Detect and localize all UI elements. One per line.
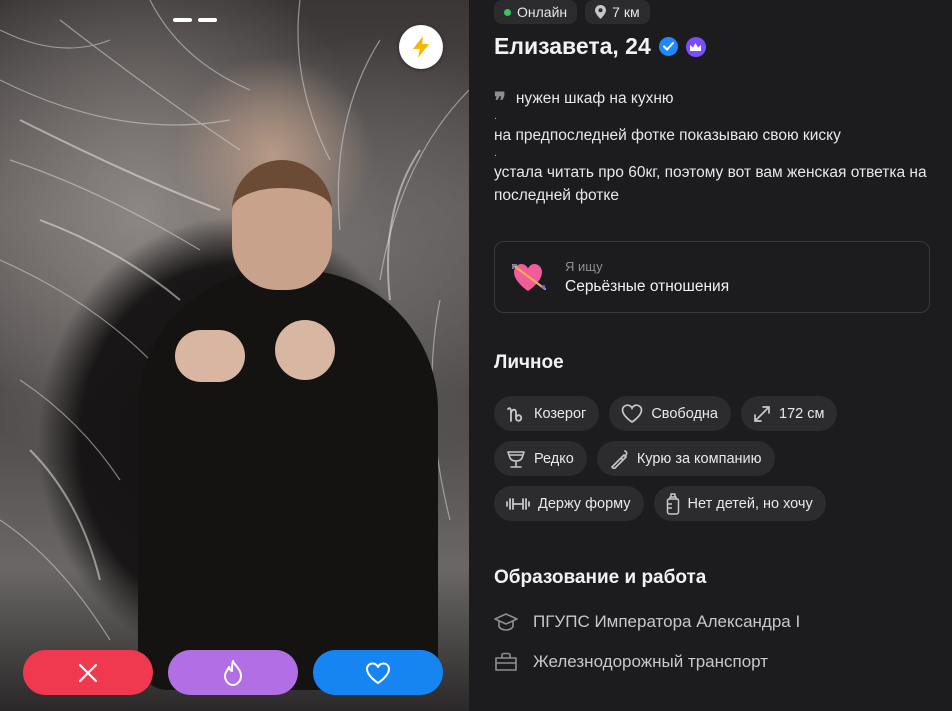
photo-progress-bar[interactable] (198, 18, 217, 22)
tag-label: 172 см (779, 405, 825, 422)
glass-icon (507, 450, 525, 468)
location-pin-icon (595, 5, 607, 19)
heart-arrow-icon (511, 263, 547, 291)
person-hand-right (275, 320, 335, 380)
education-section-title: Образование и работа (494, 567, 707, 588)
bio-line: ❞ нужен шкаф на кухню (494, 84, 934, 113)
heart-outline-icon (621, 404, 643, 423)
lightning-icon (413, 36, 429, 58)
boost-button[interactable] (399, 25, 443, 69)
tag-relationship: Свободна (609, 396, 731, 431)
crown-icon[interactable] (685, 36, 706, 57)
verified-check-icon[interactable] (658, 37, 678, 56)
cigarette-icon (611, 449, 628, 469)
status-chips: Онлайн 7 км (494, 0, 650, 24)
profile-bio: ❞ нужен шкаф на кухню . на предпоследней … (494, 84, 934, 207)
education-school-row: ПГУПС Императора Александра I (494, 612, 800, 632)
fire-icon (224, 659, 242, 686)
profile-info-panel: Онлайн 7 км Елизавета, 24 ❞ нужен шкаф на… (469, 0, 952, 711)
photo-progress-bar[interactable] (173, 18, 192, 22)
heart-icon (366, 662, 390, 684)
height-arrows-icon (754, 405, 770, 422)
tag-label: Нет детей, но хочу (687, 495, 813, 512)
tag-label: Козерог (534, 405, 587, 422)
briefcase-icon (495, 652, 517, 671)
education-school: ПГУПС Императора Александра I (533, 612, 801, 631)
personal-section-title: Личное (494, 352, 564, 373)
tag-label: Редко (534, 450, 574, 467)
baby-bottle-icon (666, 492, 679, 515)
looking-for-label: Я ищу (565, 258, 603, 274)
distance-badge: 7 км (585, 0, 650, 24)
online-status-badge: Онлайн (494, 0, 578, 24)
profile-header: Елизавета, 24 (494, 33, 706, 60)
tag-zodiac: Козерог (494, 396, 600, 431)
bio-separator: . (494, 147, 498, 159)
tag-alcohol: Редко (494, 441, 587, 476)
distance-label: 7 км (612, 4, 640, 20)
education-work: Железнодорожный транспорт (533, 652, 769, 671)
online-dot-icon (504, 8, 511, 16)
graduation-cap-icon (494, 613, 518, 631)
tag-label: Держу форму (538, 495, 631, 512)
looking-for-value: Серьёзные отношения (565, 277, 730, 295)
personal-tags: Козерог Свободна 172 см Редко Курю за ко… (494, 396, 934, 521)
tag-label: Курю за компанию (636, 450, 762, 467)
education-work-row: Железнодорожный транспорт (494, 652, 768, 672)
tag-children: Нет детей, но хочу (653, 486, 826, 521)
profile-name-age: Елизавета, 24 (494, 33, 651, 59)
looking-for-card: Я ищу Серьёзные отношения (494, 241, 930, 313)
bio-text: нужен шкаф на кухню (515, 90, 674, 107)
dumbbell-icon (506, 497, 530, 510)
tag-height: 172 см (741, 396, 838, 431)
tag-sport: Держу форму (494, 486, 644, 521)
bio-text: на предпоследней фотке показываю свою ки… (494, 127, 841, 144)
bio-text: устала читать про 60кг, поэтому вот вам … (494, 164, 927, 204)
like-button[interactable] (313, 650, 443, 695)
person-head (232, 160, 332, 290)
tag-smoking: Курю за компанию (596, 441, 775, 476)
profile-photo[interactable] (0, 0, 469, 711)
close-icon (78, 663, 98, 682)
photo-progress-bars (173, 18, 217, 22)
tag-label: Свободна (651, 405, 718, 422)
bio-separator: . (494, 110, 498, 122)
capricorn-icon (507, 406, 523, 422)
person-hand-left (175, 330, 245, 382)
quote-icon: ❞ (494, 88, 506, 113)
dislike-button[interactable] (23, 650, 153, 695)
action-buttons (23, 650, 443, 695)
online-status-label: Онлайн (517, 4, 568, 20)
superlike-button[interactable] (168, 650, 298, 695)
